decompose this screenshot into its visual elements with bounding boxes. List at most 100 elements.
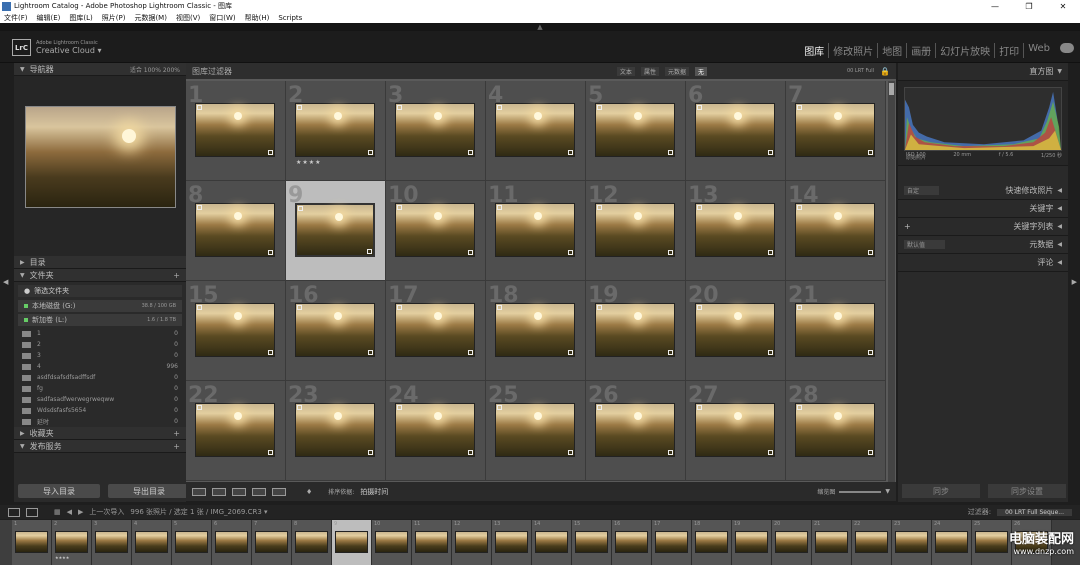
navigator-zoom[interactable]: 适合 100% 200% <box>130 65 180 74</box>
collections-header[interactable]: ▶ 收藏夹 + <box>14 427 186 440</box>
photo-thumbnail[interactable] <box>595 103 675 157</box>
add-keyword-icon[interactable]: + <box>904 222 911 231</box>
filmstrip-info[interactable]: 996 张照片 / 选定 1 张 / IMG_2069.CR3 ▾ <box>130 507 267 517</box>
grid-cell[interactable]: 27 <box>686 381 786 481</box>
add-collection-icon[interactable]: + <box>173 429 180 438</box>
grid-cell[interactable]: 5 <box>586 81 686 181</box>
filter-attribute[interactable]: 属性 <box>640 66 659 76</box>
menu-scripts[interactable]: Scripts <box>278 14 302 22</box>
cloud-icon[interactable] <box>1060 43 1074 53</box>
filmstrip-cell[interactable]: 25 <box>972 520 1012 565</box>
photo-thumbnail[interactable] <box>495 303 575 357</box>
module-library[interactable]: 图库 <box>800 43 830 58</box>
photo-thumbnail[interactable] <box>395 303 475 357</box>
folder-row[interactable]: 10 <box>14 328 186 339</box>
filmstrip-thumbnail[interactable] <box>255 531 288 553</box>
filmstrip-cell[interactable]: 22 <box>852 520 892 565</box>
filmstrip-cell[interactable]: 2 ★★★★ <box>52 520 92 565</box>
second-window-icon[interactable] <box>26 507 38 517</box>
filter-dropdown[interactable]: 00 LRT Full Seque... <box>997 508 1072 516</box>
photo-thumbnail[interactable] <box>195 403 275 457</box>
previous-import[interactable]: 上一次导入 <box>89 507 124 517</box>
maximize-button[interactable]: ❐ <box>1012 2 1046 11</box>
photo-thumbnail[interactable] <box>795 103 875 157</box>
grid-cell[interactable]: 22 <box>186 381 286 481</box>
filmstrip-cell[interactable]: 1 <box>12 520 52 565</box>
folder-row[interactable]: 20 <box>14 339 186 350</box>
filmstrip-thumbnail[interactable] <box>855 531 888 553</box>
filmstrip-thumbnail[interactable] <box>615 531 648 553</box>
filmstrip-cell[interactable]: 11 <box>412 520 452 565</box>
filmstrip-thumbnail[interactable] <box>775 531 808 553</box>
folder-row[interactable]: asdfdsafsdfsadffsdf 0 <box>14 372 186 383</box>
identity-title[interactable]: Creative Cloud ▾ <box>36 46 102 55</box>
filmstrip-thumbnail[interactable] <box>895 531 928 553</box>
filmstrip-thumbnail[interactable] <box>695 531 728 553</box>
filmstrip-cell[interactable]: 24 <box>932 520 972 565</box>
photo-thumbnail[interactable] <box>695 303 775 357</box>
photo-thumbnail[interactable] <box>195 203 275 257</box>
photo-thumbnail[interactable] <box>795 403 875 457</box>
photo-thumbnail[interactable] <box>595 303 675 357</box>
publish-header[interactable]: ▼ 发布服务 + <box>14 440 186 453</box>
module-book[interactable]: 画册 <box>907 43 937 58</box>
star-rating[interactable]: ★★★★ <box>296 159 322 166</box>
filmstrip-cell[interactable]: 13 <box>492 520 532 565</box>
folder-row[interactable]: 30 <box>14 350 186 361</box>
right-panel-toggle-icon[interactable]: ▶ <box>1072 278 1077 286</box>
grid-cell[interactable]: 4 <box>486 81 586 181</box>
grid-cell[interactable]: 18 <box>486 281 586 381</box>
module-slideshow[interactable]: 幻灯片放映 <box>936 43 996 58</box>
comments-header[interactable]: 评论 ◀ <box>898 254 1068 272</box>
survey-view-icon[interactable] <box>252 487 266 496</box>
filmstrip-cell[interactable]: 19 <box>732 520 772 565</box>
filmstrip-thumbnail[interactable] <box>375 531 408 553</box>
keyword-list-header[interactable]: + 关键字列表 ◀ <box>898 218 1068 236</box>
filmstrip-cell[interactable]: 5 <box>172 520 212 565</box>
metadata-preset-dropdown[interactable]: 默认值 <box>904 240 946 249</box>
forward-arrow-icon[interactable]: ▶ <box>78 508 83 516</box>
original-photo-checkbox[interactable]: 原始照片 <box>906 154 926 161</box>
filmstrip-thumbnail[interactable] <box>415 531 448 553</box>
filmstrip-thumbnail[interactable] <box>15 531 48 553</box>
photo-thumbnail[interactable] <box>795 203 875 257</box>
navigator-preview[interactable] <box>14 76 186 208</box>
filmstrip-cell[interactable]: 10 <box>372 520 412 565</box>
filmstrip-cell[interactable]: 8 <box>292 520 332 565</box>
filmstrip-thumbnail[interactable] <box>935 531 968 553</box>
grid-cell[interactable]: 23 <box>286 381 386 481</box>
grid-cell[interactable]: 26 <box>586 381 686 481</box>
filmstrip-cell[interactable]: 17 <box>652 520 692 565</box>
folder-row[interactable]: 延时 0 <box>14 416 186 427</box>
filmstrip-thumbnail[interactable] <box>975 531 1008 553</box>
catalog-header[interactable]: ▶ 目录 <box>14 256 186 269</box>
photo-thumbnail[interactable] <box>495 103 575 157</box>
photo-thumbnail[interactable] <box>595 203 675 257</box>
filmstrip-thumbnail[interactable] <box>55 531 88 553</box>
import-catalog-button[interactable]: 导入目录 <box>18 484 100 498</box>
back-arrow-icon[interactable]: ◀ <box>67 508 72 516</box>
filmstrip-thumbnail[interactable] <box>735 531 768 553</box>
grid-icon[interactable]: ▦ <box>54 508 61 516</box>
menu-library[interactable]: 图库(L) <box>69 13 92 23</box>
add-folder-icon[interactable]: + <box>173 271 180 280</box>
photo-thumbnail[interactable] <box>495 203 575 257</box>
lock-icon[interactable]: 🔒 <box>880 67 890 76</box>
grid-cell[interactable]: 25 <box>486 381 586 481</box>
grid-cell[interactable]: 19 <box>586 281 686 381</box>
filmstrip-thumbnail[interactable] <box>295 531 328 553</box>
folder-row[interactable]: sadfasadfwerwegrweqww 0 <box>14 394 186 405</box>
photo-thumbnail[interactable] <box>395 203 475 257</box>
photo-thumbnail[interactable] <box>195 103 275 157</box>
metadata-header[interactable]: 默认值 元数据 ◀ <box>898 236 1068 254</box>
filter-preset[interactable]: 00 LRT Full <box>847 68 874 74</box>
grid-cell[interactable]: 12 <box>586 181 686 281</box>
left-panel-toggle-icon[interactable]: ◀ <box>3 278 8 286</box>
filmstrip-cell[interactable]: 16 <box>612 520 652 565</box>
add-publish-icon[interactable]: + <box>173 442 180 451</box>
filmstrip-thumbnail[interactable] <box>815 531 848 553</box>
chevron-down-icon[interactable]: ▼ <box>885 488 890 495</box>
grid-cell[interactable]: 9 <box>286 181 386 281</box>
grid-cell[interactable]: 20 <box>686 281 786 381</box>
drive-row[interactable]: 新加卷 (L:) 1.6 / 1.8 TB <box>18 314 182 326</box>
